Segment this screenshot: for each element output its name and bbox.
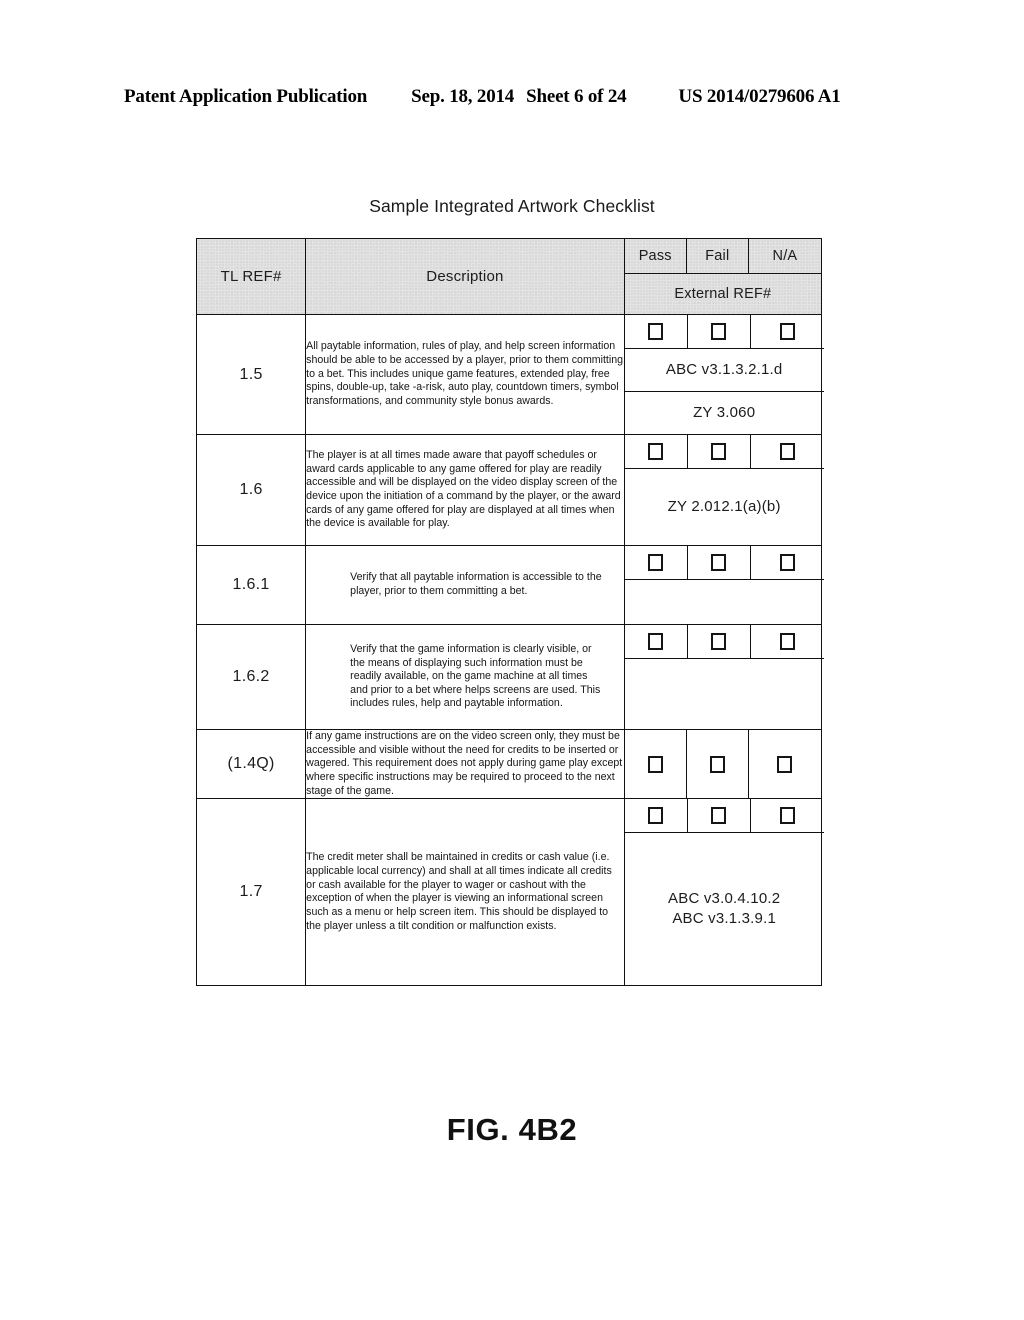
table-row: 1.7 The credit meter shall be maintained… <box>195 798 824 987</box>
table-header-row: TL REF# Description Pass Fail N/A <box>195 238 823 315</box>
pass-checkbox-cell[interactable] <box>624 315 688 349</box>
table-title: Sample Integrated Artwork Checklist <box>369 196 655 216</box>
empty-checkbox-icon[interactable] <box>711 443 727 460</box>
page-header: Patent Application Publication Sep. 18, … <box>124 86 900 108</box>
row-ref: 1.6 <box>195 434 307 546</box>
empty-checkbox-icon[interactable] <box>648 633 664 650</box>
row-description: The player is at all times made aware th… <box>305 434 625 546</box>
empty-checkbox-icon[interactable] <box>711 323 727 340</box>
empty-checkbox-icon[interactable] <box>779 633 795 650</box>
empty-checkbox-icon[interactable] <box>779 443 795 460</box>
figure-caption: FIG. 4B2 <box>446 1112 578 1147</box>
na-checkbox-cell[interactable] <box>749 546 824 580</box>
fail-checkbox-cell[interactable] <box>686 799 751 834</box>
row-ref: 1.7 <box>195 798 307 987</box>
empty-checkbox-icon[interactable] <box>648 443 664 460</box>
pass-checkbox-cell[interactable] <box>624 546 688 580</box>
empty-checkbox-icon[interactable] <box>711 633 727 650</box>
patent-number: US 2014/0279606 A1 <box>678 86 841 107</box>
artwork-checklist-table: TL REF# Description Pass Fail N/A Extern… <box>195 238 824 987</box>
header-pass: Pass <box>623 238 687 274</box>
empty-checkbox-icon[interactable] <box>648 807 664 825</box>
row-right-block: ZY 2.012.1(a)(b) <box>623 434 824 546</box>
na-checkbox-cell[interactable] <box>749 799 824 834</box>
pass-checkbox-cell[interactable] <box>624 435 688 469</box>
row-right-block <box>623 624 824 730</box>
sheet-number: Sheet 6 of 24 <box>526 86 627 107</box>
row-description: If any game instructions are on the vide… <box>305 728 625 800</box>
pass-checkbox-cell[interactable] <box>624 625 688 659</box>
na-checkbox-cell[interactable] <box>749 315 824 349</box>
empty-checkbox-icon[interactable] <box>779 554 795 571</box>
publication-label: Patent Application Publication <box>124 86 368 107</box>
fail-checkbox-cell[interactable] <box>686 546 751 580</box>
row-description: Verify that all paytable information is … <box>305 545 625 625</box>
table-row: 1.5 All paytable information, rules of p… <box>195 314 824 435</box>
row-description: All paytable information, rules of play,… <box>305 314 625 435</box>
fail-checkbox-cell[interactable] <box>685 728 749 800</box>
row-ref: 1.5 <box>195 314 307 435</box>
table-row: 1.6.2 Verify that the game information i… <box>195 624 824 730</box>
row-description: The credit meter shall be maintained in … <box>305 798 625 987</box>
pass-checkbox-cell[interactable] <box>624 799 688 834</box>
external-ref-value: ABC v3.0.4.10.2 ABC v3.1.3.9.1 <box>624 832 824 986</box>
external-ref-value: ABC v3.1.3.2.1.d <box>624 348 824 392</box>
header-na: N/A <box>747 238 823 274</box>
empty-checkbox-icon[interactable] <box>779 323 795 340</box>
row-ref: (1.4Q) <box>195 728 307 800</box>
header-external-ref: External REF# <box>623 273 823 315</box>
header-tl-ref: TL REF# <box>195 238 307 315</box>
row-description: Verify that the game information is clea… <box>305 624 625 730</box>
empty-checkbox-icon[interactable] <box>711 807 727 825</box>
row-ref: 1.6.1 <box>195 545 307 625</box>
row-right-block: ABC v3.1.3.2.1.d ZY 3.060 <box>623 314 824 435</box>
empty-checkbox-icon[interactable] <box>648 554 664 571</box>
fail-checkbox-cell[interactable] <box>686 625 751 659</box>
external-ref-value <box>624 579 824 624</box>
external-ref-value <box>624 658 824 729</box>
header-description: Description <box>305 238 625 315</box>
empty-checkbox-icon[interactable] <box>779 807 795 825</box>
table-row: 1.6.1 Verify that all paytable informati… <box>195 545 824 625</box>
na-checkbox-cell[interactable] <box>747 728 823 800</box>
row-right-block <box>623 545 824 625</box>
na-checkbox-cell[interactable] <box>749 625 824 659</box>
publication-date: Sep. 18, 2014 <box>411 86 515 107</box>
empty-checkbox-icon[interactable] <box>647 755 663 773</box>
row-ref: 1.6.2 <box>195 624 307 730</box>
empty-checkbox-icon[interactable] <box>777 755 793 773</box>
empty-checkbox-icon[interactable] <box>648 323 664 340</box>
table-row: 1.6 The player is at all times made awar… <box>195 434 824 546</box>
external-ref-value: ZY 3.060 <box>624 391 824 434</box>
empty-checkbox-icon[interactable] <box>711 554 727 571</box>
na-checkbox-cell[interactable] <box>749 435 824 469</box>
pass-checkbox-cell[interactable] <box>623 728 687 800</box>
row-right-block: ABC v3.0.4.10.2 ABC v3.1.3.9.1 <box>623 798 824 987</box>
fail-checkbox-cell[interactable] <box>686 435 751 469</box>
fail-checkbox-cell[interactable] <box>686 315 751 349</box>
empty-checkbox-icon[interactable] <box>709 755 725 773</box>
table-row: (1.4Q) If any game instructions are on t… <box>195 728 823 800</box>
external-ref-value: ZY 2.012.1(a)(b) <box>624 468 824 545</box>
header-fail: Fail <box>685 238 749 274</box>
